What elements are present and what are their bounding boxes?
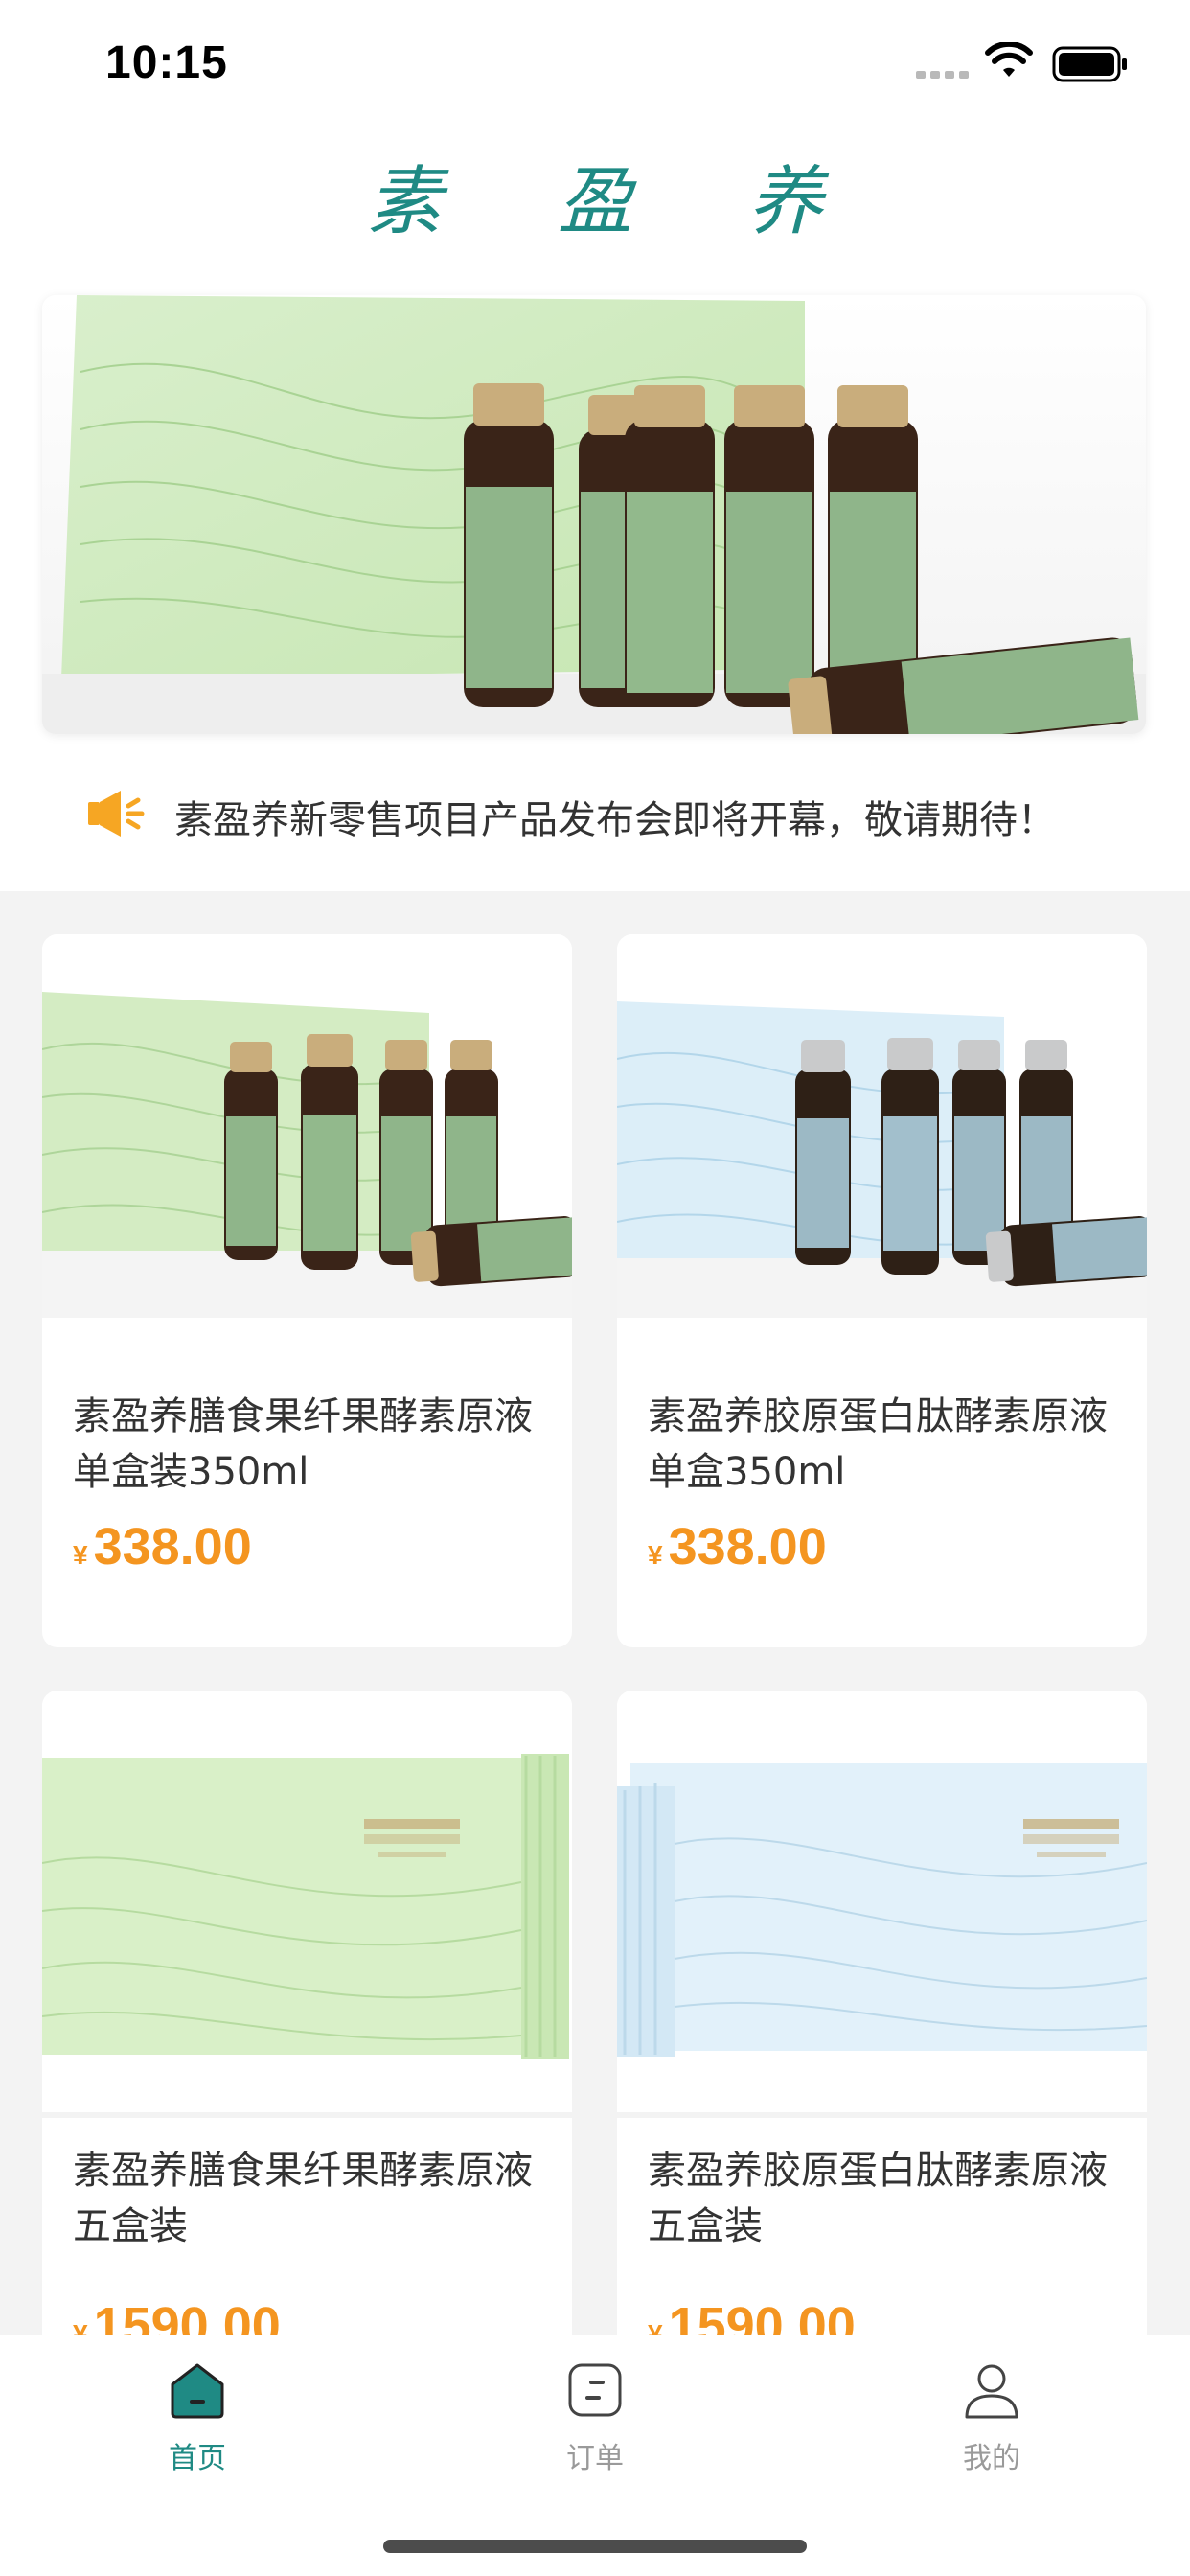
tab-label: 我的	[963, 2442, 1020, 2475]
banner-product-image	[42, 295, 1146, 734]
home-indicator	[383, 2540, 807, 2553]
home-icon	[171, 2363, 224, 2419]
price-amount: 338.00	[93, 1518, 252, 1576]
product-card[interactable]: 素盈养胶原蛋白肽酵素原液单盒350ml ¥338.00	[617, 934, 1147, 1647]
currency-symbol: ¥	[73, 1540, 88, 1570]
wifi-icon	[985, 42, 1033, 77]
status-time: 10:15	[105, 37, 228, 88]
tab-mine[interactable]: 我的	[896, 2359, 1087, 2494]
product-name: 素盈养胶原蛋白肽酵素原液五盒装	[648, 2149, 1108, 2248]
notice-text: 素盈养新零售项目产品发布会即将开幕，敬请期待！	[174, 798, 1056, 842]
brand-title: 素 盈 养	[367, 159, 869, 245]
banner-carousel[interactable]	[42, 295, 1146, 734]
product-image	[617, 934, 1147, 1318]
order-icon	[568, 2363, 622, 2417]
tab-label: 订单	[566, 2442, 624, 2475]
battery-icon	[1052, 46, 1127, 82]
currency-symbol: ¥	[648, 1540, 663, 1570]
status-bar: 10:15	[0, 0, 1190, 129]
product-image	[42, 934, 572, 1318]
product-card[interactable]: 素盈养膳食果纤果酵素原液五盒装 ¥1590.00	[42, 1690, 572, 2419]
product-price: ¥338.00	[73, 1517, 252, 1576]
product-name: 素盈养胶原蛋白肽酵素原液单盒350ml	[648, 1394, 1108, 1494]
product-price: ¥338.00	[648, 1517, 827, 1576]
user-icon	[965, 2364, 1018, 2419]
product-card[interactable]: 素盈养胶原蛋白肽酵素原液五盒装 ¥1590.00	[617, 1690, 1147, 2419]
signal-icon	[916, 71, 969, 79]
notice-bar[interactable]: 素盈养新零售项目产品发布会即将开幕，敬请期待！	[86, 781, 1140, 848]
product-card[interactable]: 素盈养膳食果纤果酵素原液单盒装350ml ¥338.00	[42, 934, 572, 1647]
tab-label: 首页	[169, 2442, 226, 2475]
product-image	[42, 1690, 572, 2118]
speaker-icon	[88, 791, 145, 837]
tab-home[interactable]: 首页	[102, 2359, 293, 2494]
price-amount: 338.00	[668, 1518, 827, 1576]
product-name: 素盈养膳食果纤果酵素原液单盒装350ml	[73, 1394, 533, 1494]
product-name: 素盈养膳食果纤果酵素原液五盒装	[73, 2149, 533, 2248]
tab-orders[interactable]: 订单	[499, 2359, 691, 2494]
product-image	[617, 1690, 1147, 2118]
